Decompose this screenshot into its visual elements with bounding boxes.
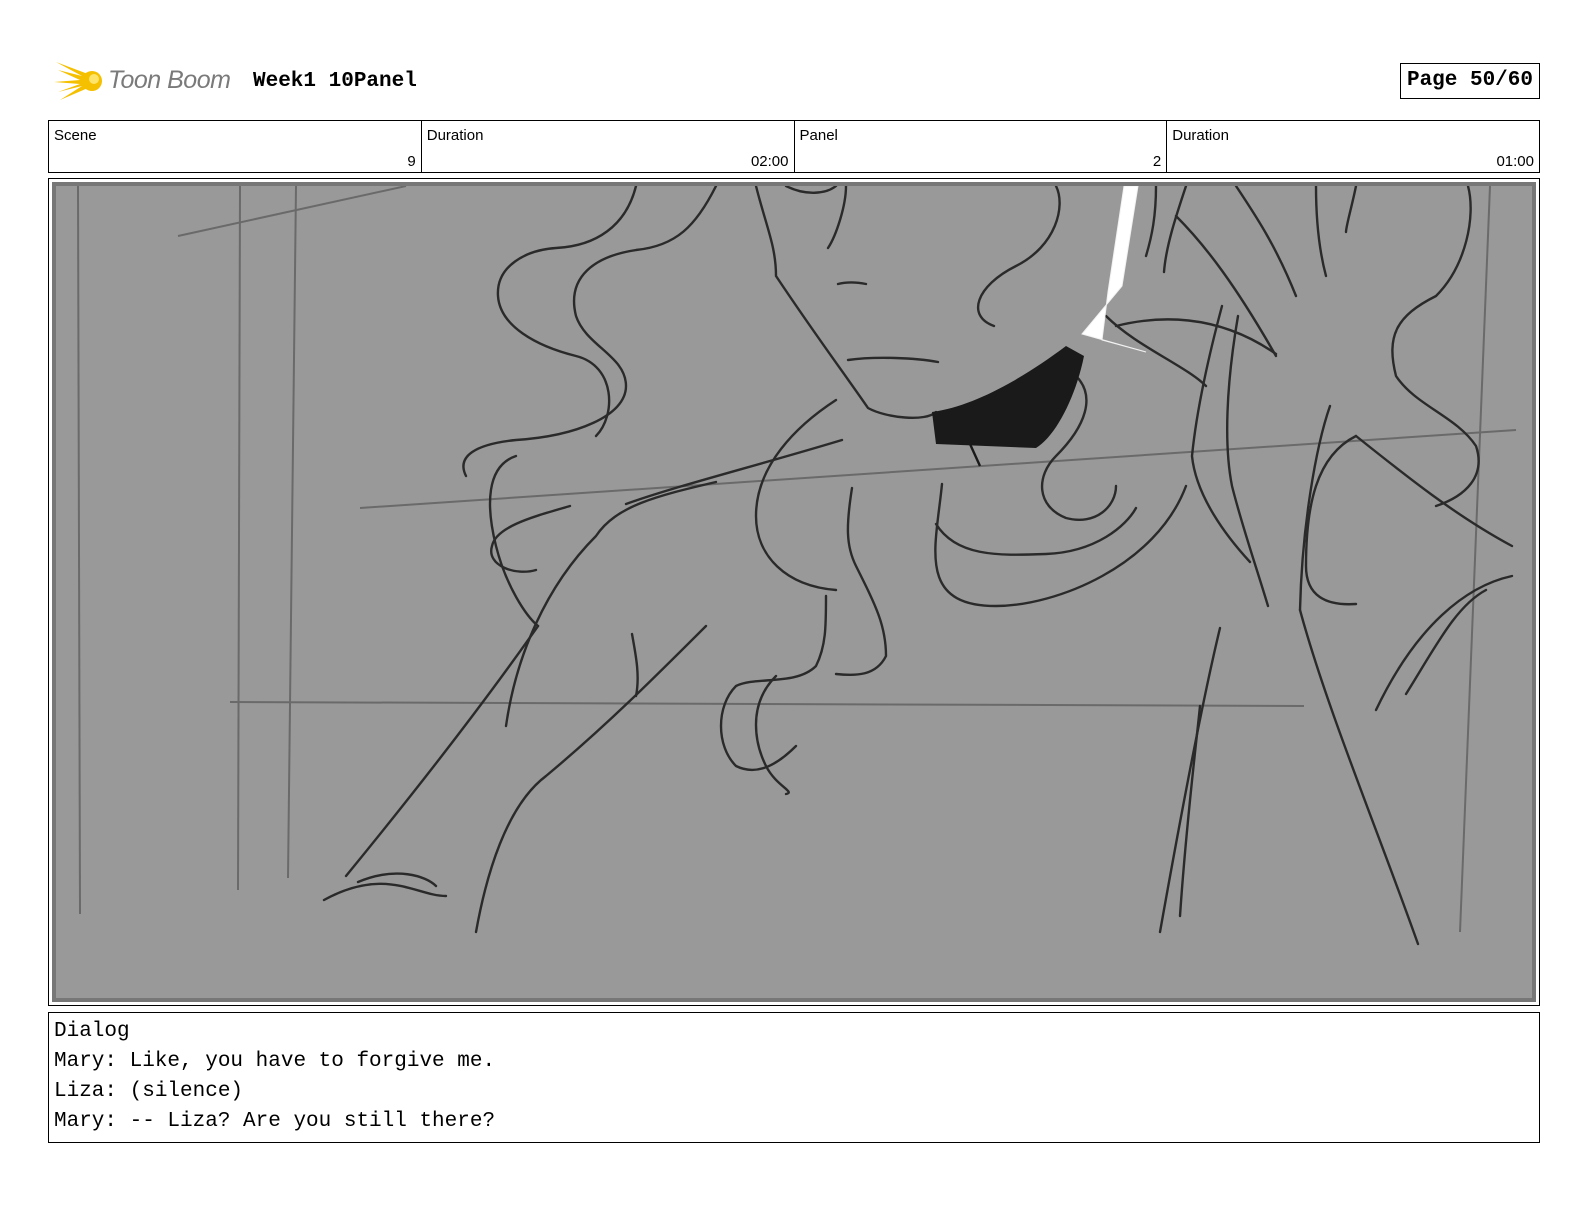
page-indicator: Page 50/60 (1399, 63, 1540, 99)
dialog-line: Mary: Like, you have to forgive me. (54, 1050, 496, 1073)
dialog-heading: Dialog (54, 1020, 130, 1043)
dialog-line: Mary: -- Liza? Are you still there? (54, 1110, 496, 1133)
sketch-drawing (77, 186, 1517, 946)
panel-cell: Panel 2 (795, 121, 1168, 172)
dialog-line: Liza: (silence) (54, 1080, 244, 1103)
scene-duration-label: Duration (426, 127, 484, 144)
panel-duration-value: 01:00 (1496, 153, 1534, 170)
panel-value: 2 (1152, 153, 1162, 170)
scene-cell: Scene 9 (49, 121, 422, 172)
panel-duration-cell: Duration 01:00 (1167, 121, 1539, 172)
scene-duration-cell: Duration 02:00 (422, 121, 795, 172)
panel-info-table: Scene 9 Duration 02:00 Panel 2 Duration … (48, 120, 1540, 173)
scene-duration-value: 02:00 (750, 153, 789, 170)
scene-value: 9 (407, 153, 416, 170)
toon-boom-logo: Toon Boom (52, 56, 242, 104)
document-title: Week1 10Panel (253, 70, 417, 93)
scene-label: Scene (54, 127, 97, 144)
panel-duration-label: Duration (1172, 127, 1229, 144)
storyboard-panel-frame (48, 178, 1540, 1006)
storyboard-sketch (52, 182, 1536, 1002)
panel-label: Panel (799, 127, 838, 144)
dialog-box: Dialog Mary: Like, you have to forgive m… (48, 1012, 1540, 1143)
brand-name: Toon Boom (108, 66, 231, 94)
page-header: Toon Boom Week1 10Panel Page 50/60 (48, 54, 1540, 108)
starburst-logo-icon (54, 62, 102, 100)
